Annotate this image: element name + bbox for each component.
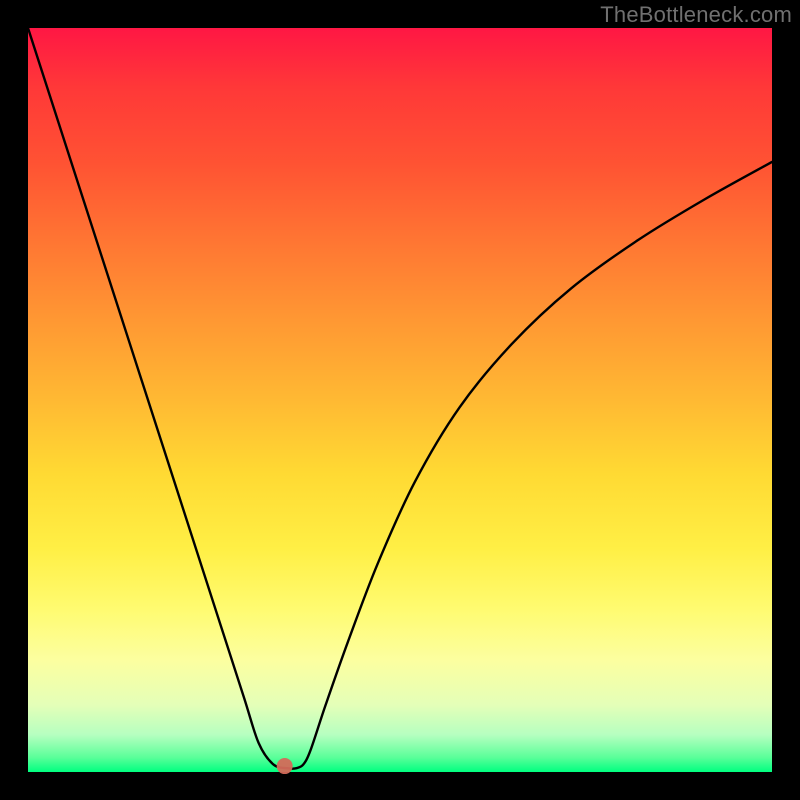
chart-frame: TheBottleneck.com bbox=[0, 0, 800, 800]
watermark-text: TheBottleneck.com bbox=[600, 2, 792, 28]
curve-svg bbox=[28, 28, 772, 772]
bottleneck-curve bbox=[28, 28, 772, 769]
plot-area bbox=[28, 28, 772, 772]
optimum-marker bbox=[277, 758, 293, 774]
